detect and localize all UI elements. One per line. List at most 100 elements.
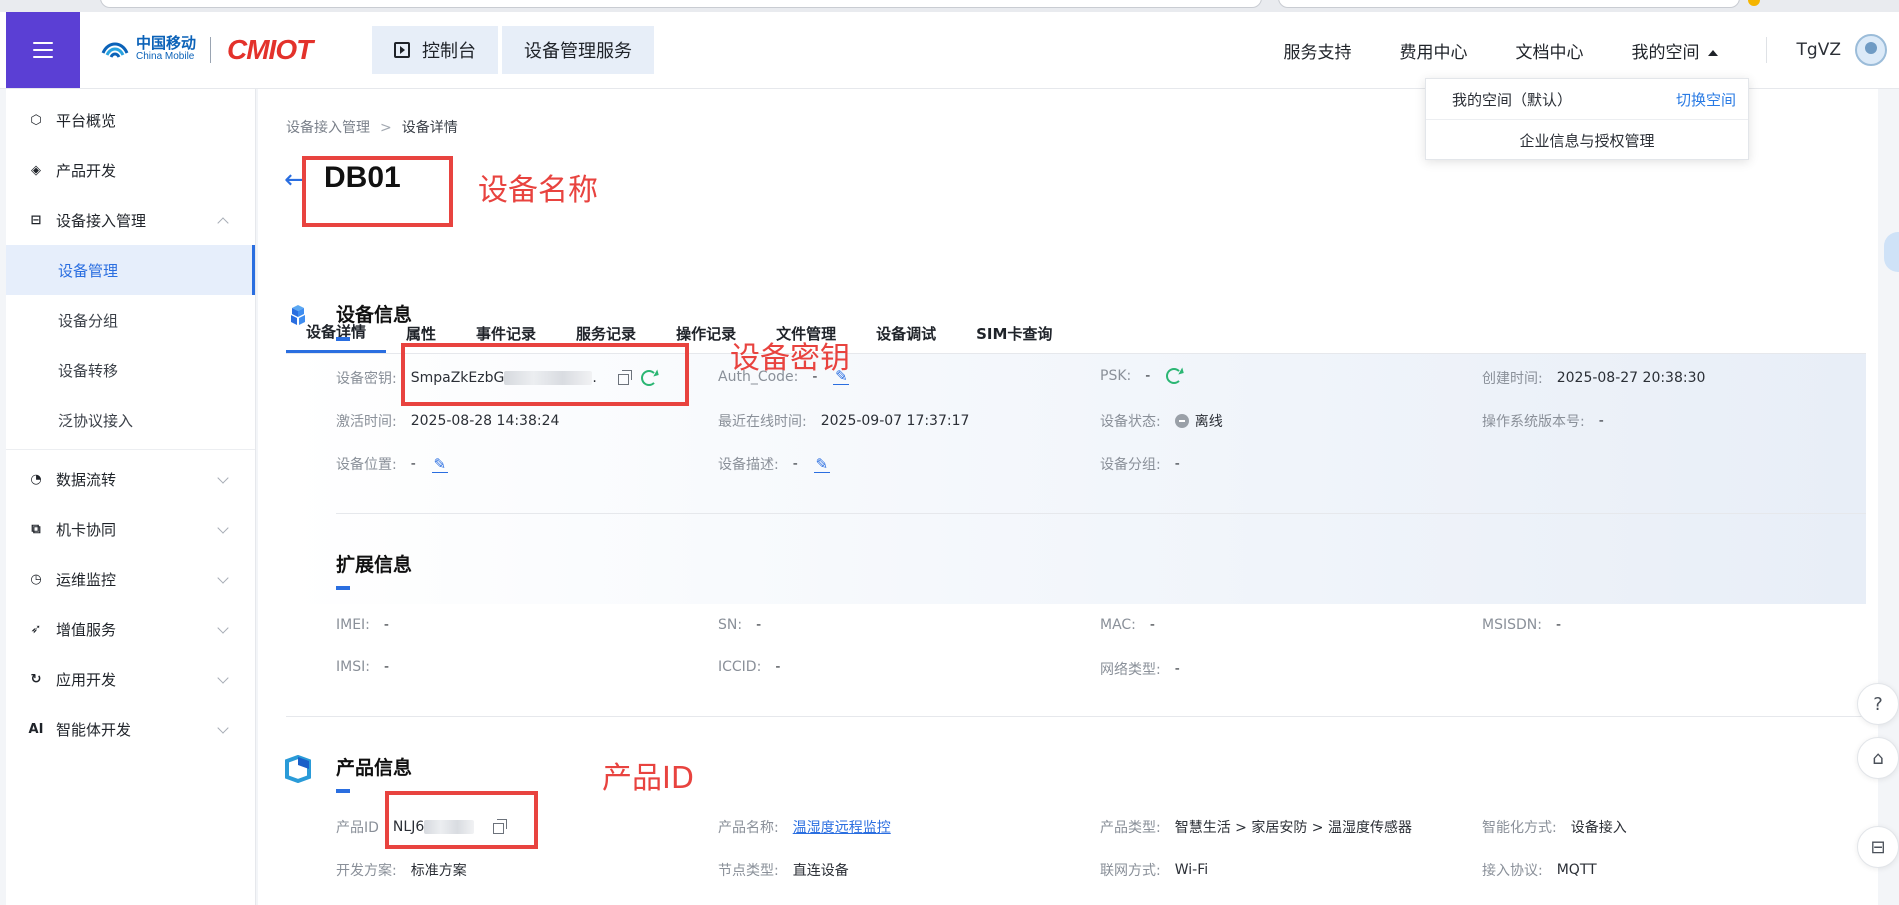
field-smart-mode: 智能化方式: 设备接入 [1482, 817, 1627, 837]
feedback-icon[interactable]: ⌂ [1857, 737, 1899, 779]
sidebar-sub-device-management[interactable]: 设备管理 [6, 245, 255, 295]
sidebar-item-device-access[interactable]: ⊟ 设备接入管理 [6, 195, 255, 245]
product-dev-icon: ◈ [31, 162, 41, 178]
sidebar-sub-device-transfer[interactable]: 设备转移 [6, 345, 255, 395]
browser-top-strip [0, 0, 1899, 12]
protocol-label: 接入协议: [1482, 863, 1543, 879]
imsi-value: - [383, 659, 390, 675]
mac-value: - [1149, 617, 1155, 633]
offline-status-icon [1174, 414, 1189, 428]
nav-my-space-label: 我的空间 [1631, 42, 1700, 63]
monitor-icon: ◷ [30, 571, 42, 587]
sidebar-item-label: 设备接入管理 [56, 211, 147, 230]
edit-icon[interactable]: ✎ [813, 456, 830, 473]
sidebar-item-data-flow[interactable]: ◔ 数据流转 [6, 454, 255, 504]
node-type-label: 节点类型: [718, 863, 779, 879]
device-key-label: 设备密钥: [336, 371, 397, 387]
chevron-down-icon [217, 572, 229, 584]
tab-sim-query[interactable]: SIM卡查询 [956, 313, 1072, 353]
product-id-label: 产品ID [336, 820, 379, 836]
sidebar-item-platform-overview[interactable]: ⬡ 平台概览 [6, 95, 255, 145]
space-default-item[interactable]: 我的空间（默认） [1452, 89, 1572, 110]
field-network-mode: 联网方式: Wi-Fi [1100, 860, 1208, 880]
refresh-icon[interactable] [640, 370, 657, 386]
tab-console[interactable]: 控制台 [372, 26, 498, 74]
sidebar-sub-device-group[interactable]: 设备分组 [6, 295, 255, 345]
product-type-label: 产品类型: [1100, 820, 1161, 836]
sidebar-item-ai-agent[interactable]: AI 智能体开发 [6, 704, 255, 754]
copy-icon[interactable] [492, 819, 508, 835]
card-sync-icon: ⧉ [31, 521, 41, 537]
avatar[interactable] [1855, 34, 1887, 66]
side-assistant-widget[interactable] [1884, 232, 1899, 272]
dev-plan-label: 开发方案: [336, 863, 397, 879]
edit-icon[interactable]: ✎ [431, 456, 448, 473]
smart-mode-value: 设备接入 [1570, 820, 1627, 836]
product-info-title: 产品信息 [336, 757, 413, 779]
tab-device-management[interactable]: 设备管理服务 [502, 26, 654, 74]
sidebar-item-product-dev[interactable]: ◈ 产品开发 [6, 145, 255, 195]
product-name-link[interactable]: 温湿度远程监控 [793, 817, 891, 837]
iccid-value: - [775, 659, 781, 675]
sidebar-item-label: 机卡协同 [56, 520, 117, 539]
hamburger-icon [33, 37, 53, 63]
sidebar-item-label: 数据流转 [56, 470, 117, 489]
sn-value: - [756, 617, 762, 633]
sidebar-item-label: 应用开发 [56, 670, 117, 689]
masked-value [504, 371, 593, 385]
brand-logo[interactable]: 中国移动 China Mobile CMIOT [100, 30, 313, 70]
breadcrumb: 设备接入管理 > 设备详情 [286, 117, 458, 137]
auth-code-value: - [812, 368, 818, 385]
tab-debug[interactable]: 设备调试 [856, 313, 956, 353]
activated-time-label: 激活时间: [336, 414, 397, 430]
network-type-value: - [1174, 661, 1180, 677]
last-online-label: 最近在线时间: [718, 414, 807, 430]
refresh-icon[interactable] [1166, 368, 1183, 384]
field-mac: MAC: - [1100, 617, 1155, 633]
chevron-down-icon [217, 722, 229, 734]
sidebar-item-monitor[interactable]: ◷ 运维监控 [6, 554, 255, 604]
breadcrumb-parent[interactable]: 设备接入管理 [286, 120, 370, 136]
nav-service-support[interactable]: 服务支持 [1284, 38, 1352, 63]
nav-billing-center[interactable]: 费用中心 [1400, 38, 1468, 63]
field-activated-time: 激活时间: 2025-08-28 14:38:24 [336, 411, 559, 431]
panel-toggle-icon[interactable]: ⊟ [1857, 826, 1899, 868]
menu-toggle-button[interactable] [6, 12, 80, 88]
device-group-label: 设备分组: [1100, 457, 1161, 473]
chevron-down-icon [217, 472, 229, 484]
edit-icon[interactable]: ✎ [833, 368, 850, 385]
nav-doc-center[interactable]: 文档中心 [1516, 38, 1584, 63]
breadcrumb-separator: > [380, 120, 392, 136]
sidebar-item-app-dev[interactable]: ↻ 应用开发 [6, 654, 255, 704]
psk-value: - [1145, 368, 1151, 384]
search-bar[interactable] [1278, 0, 1740, 8]
copy-icon[interactable] [617, 370, 633, 386]
sidebar-item-card-sync[interactable]: ⧉ 机卡协同 [6, 504, 255, 554]
help-icon[interactable]: ? [1857, 683, 1899, 725]
sidebar-item-label: 运维监控 [56, 570, 117, 589]
cube-icon [291, 305, 305, 325]
extension-icon[interactable] [1748, 0, 1760, 6]
auth-code-label: Auth_Code: [718, 368, 799, 385]
field-created-time: 创建时间: 2025-08-27 20:38:30 [1482, 368, 1705, 388]
breadcrumb-current: 设备详情 [401, 120, 458, 136]
nav-my-space[interactable]: 我的空间 [1632, 38, 1718, 63]
address-bar[interactable] [100, 0, 1262, 8]
field-imei: IMEI: - [336, 617, 389, 633]
username[interactable]: TgVZ [1797, 40, 1841, 60]
value-added-icon: ➶ [30, 621, 42, 637]
cmiot-logo: CMIOT [227, 34, 313, 65]
sidebar: ⬡ 平台概览 ◈ 产品开发 ⊟ 设备接入管理 设备管理 设备分组 设备转移 泛协… [6, 89, 256, 905]
app-dev-icon: ↻ [30, 671, 42, 687]
smart-mode-label: 智能化方式: [1482, 820, 1557, 836]
enterprise-auth-item[interactable]: 企业信息与授权管理 [1426, 120, 1748, 160]
switch-space-link[interactable]: 切换空间 [1676, 89, 1736, 110]
field-device-group: 设备分组: - [1100, 454, 1180, 474]
sidebar-item-value-added[interactable]: ➶ 增值服务 [6, 604, 255, 654]
nav-divider [1765, 37, 1767, 63]
sidebar-sub-generic-protocol[interactable]: 泛协议接入 [6, 395, 255, 445]
device-status-label: 设备状态: [1100, 414, 1161, 430]
logo-en-text: China Mobile [136, 51, 195, 62]
field-dev-plan: 开发方案: 标准方案 [336, 860, 467, 880]
field-device-status: 设备状态: 离线 [1100, 411, 1223, 431]
